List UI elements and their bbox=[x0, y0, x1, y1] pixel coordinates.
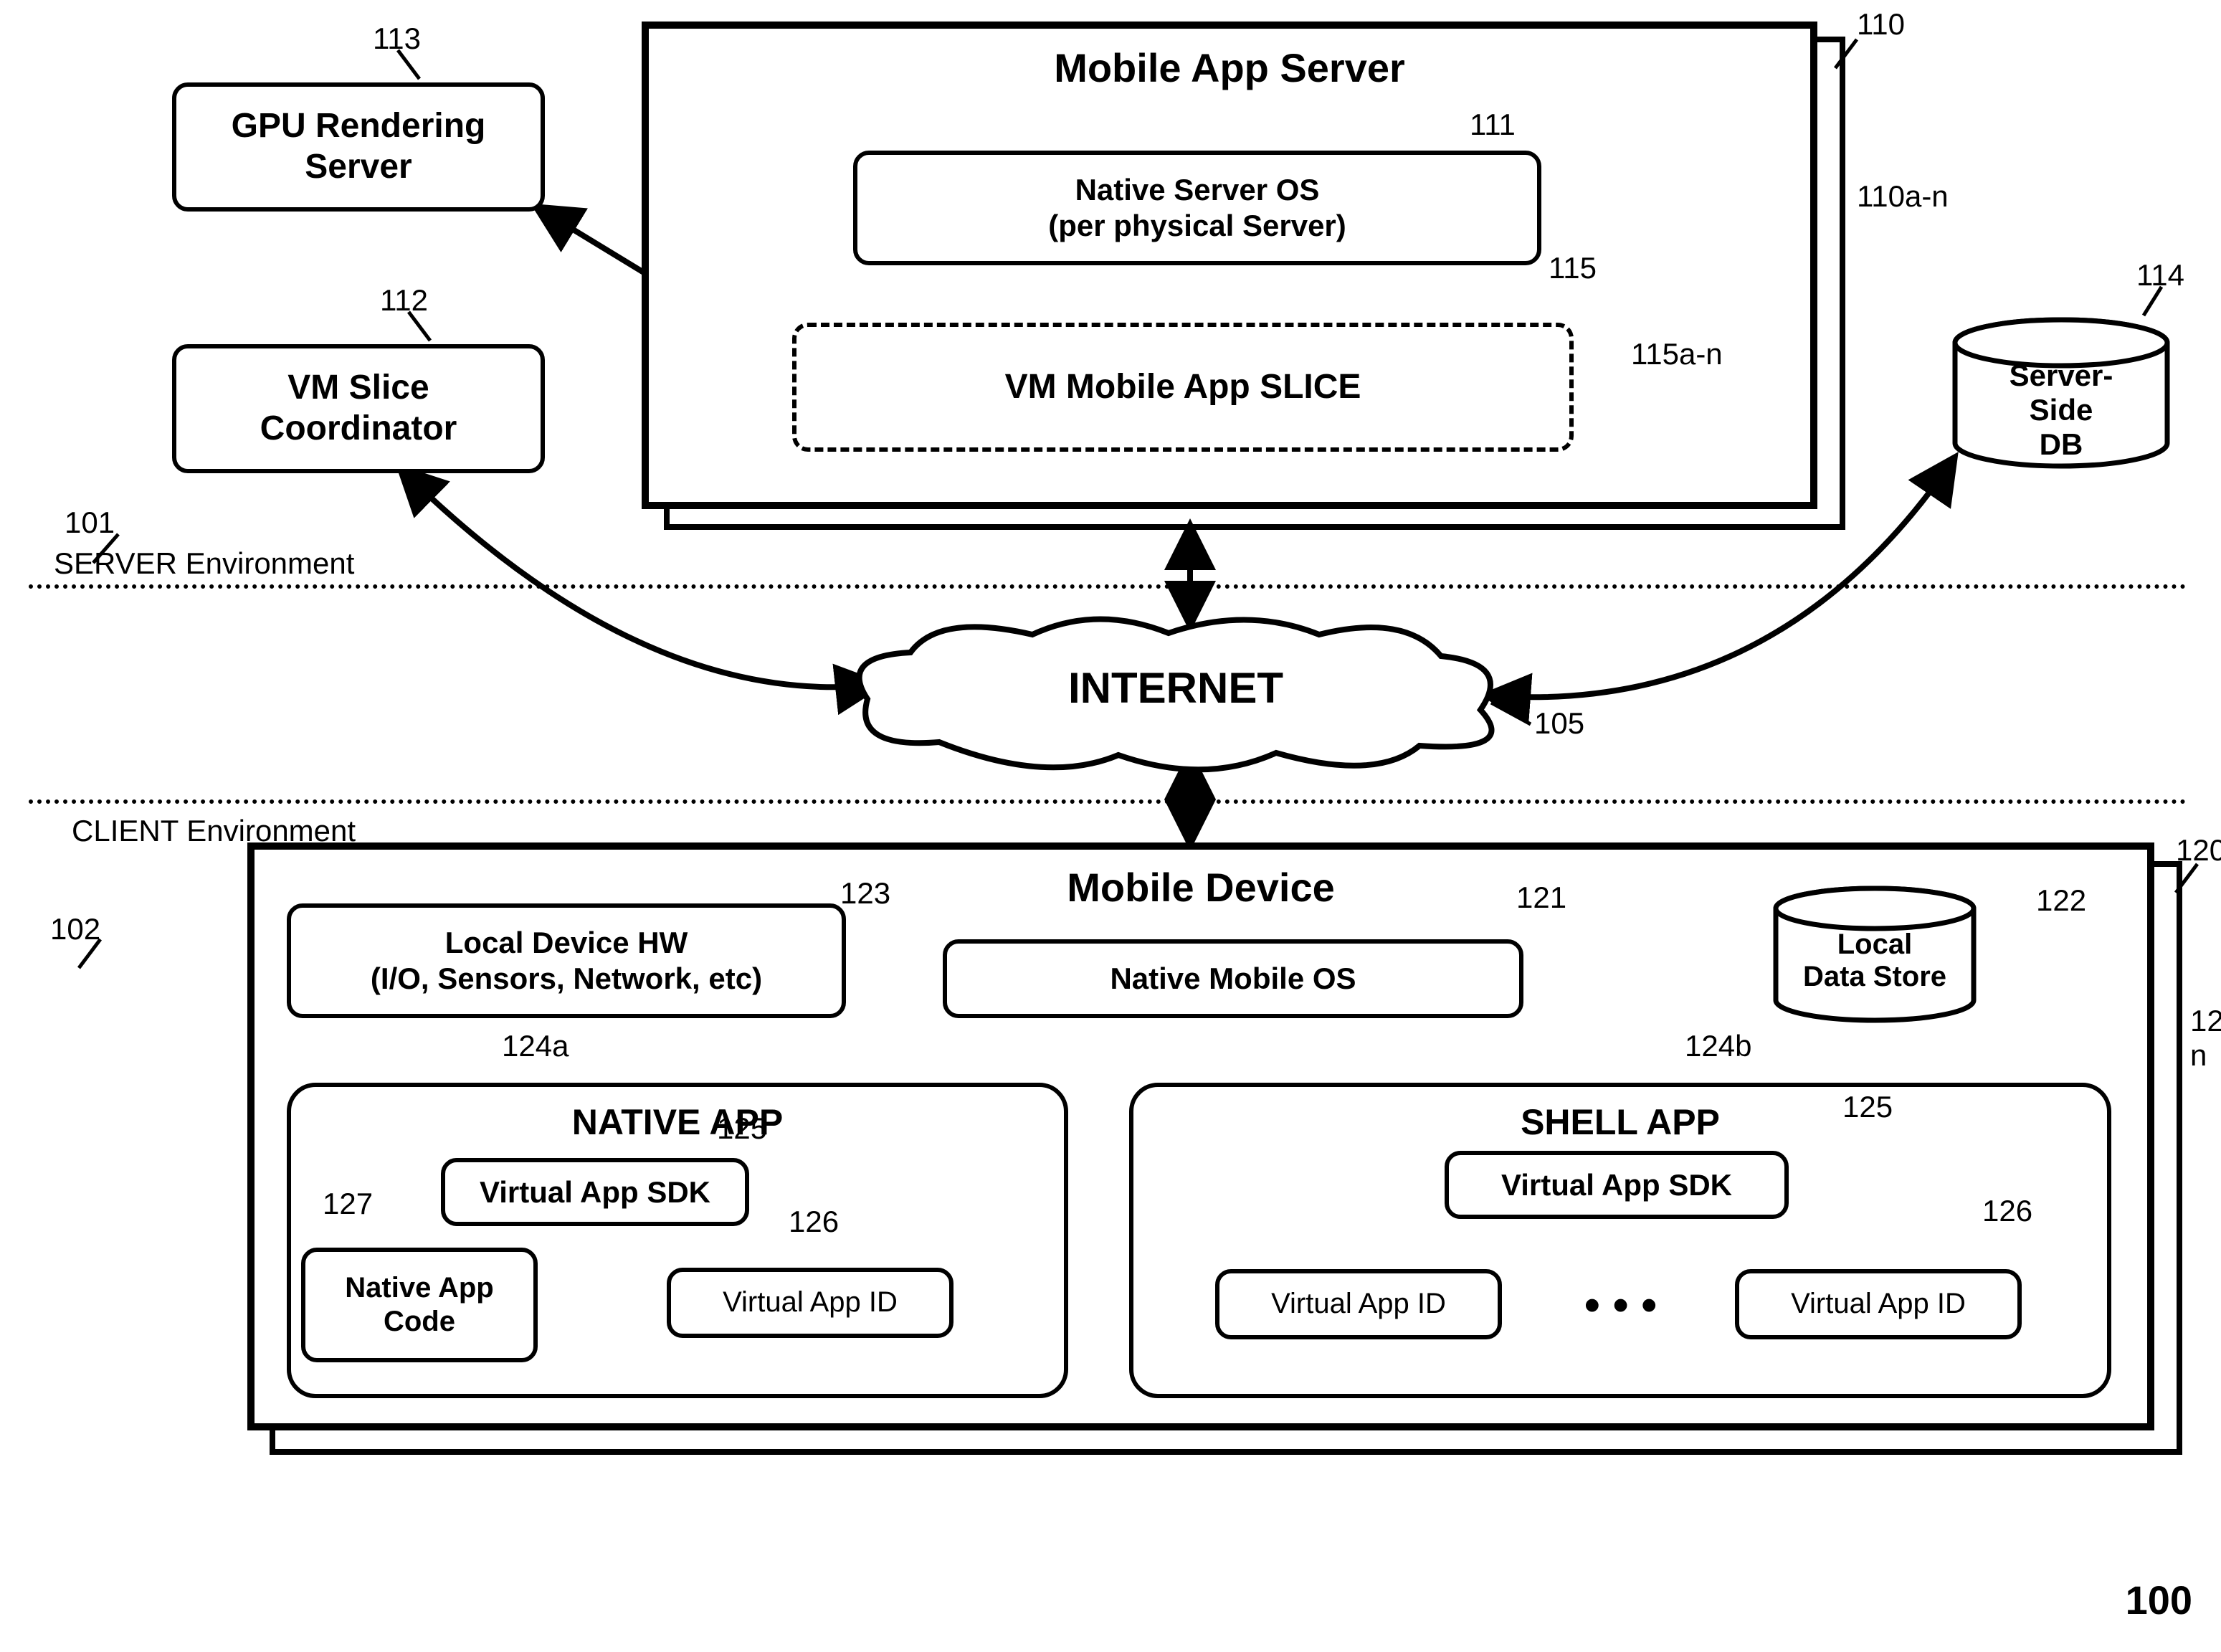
ref-115: 115 bbox=[1549, 251, 1597, 285]
vm-slice-coordinator-label: VM Slice Coordinator bbox=[260, 368, 457, 449]
server-db-label: Server-Side DB bbox=[1979, 359, 2144, 462]
ref-115an: 115a-n bbox=[1631, 337, 1723, 371]
internet-label: INTERNET bbox=[1068, 663, 1283, 713]
ref-127: 127 bbox=[323, 1187, 373, 1221]
ref-120: 120 bbox=[2176, 833, 2221, 868]
shell-virtual-app-id-label-n: Virtual App ID bbox=[1791, 1287, 1966, 1321]
mobile-app-server-title: Mobile App Server bbox=[649, 44, 1810, 92]
shell-app-title: SHELL APP bbox=[1133, 1101, 2107, 1144]
ellipsis-icon: ••• bbox=[1584, 1280, 1670, 1331]
ref-124a: 124a bbox=[502, 1029, 569, 1063]
local-data-store-label: Local Data Store bbox=[1796, 929, 1954, 993]
shell-virtual-app-id-box-1: Virtual App ID bbox=[1215, 1269, 1502, 1339]
shell-vsdk-box: Virtual App SDK bbox=[1445, 1151, 1789, 1219]
ref-102: 102 bbox=[50, 912, 100, 946]
local-device-hw-box: Local Device HW (I/O, Sensors, Network, … bbox=[287, 903, 846, 1018]
native-server-os-box: Native Server OS (per physical Server) bbox=[853, 151, 1541, 265]
ref-124b: 124b bbox=[1685, 1029, 1751, 1063]
shell-app-box: SHELL APP bbox=[1129, 1083, 2111, 1398]
figure-number: 100 bbox=[2126, 1577, 2192, 1623]
divider-client-env bbox=[29, 799, 2187, 804]
vm-mobile-app-slice-label: VM Mobile App SLICE bbox=[1005, 367, 1361, 408]
ref-120an: 120a-n bbox=[2190, 1004, 2221, 1073]
native-app-code-label: Native App Code bbox=[345, 1271, 493, 1339]
divider-server-env bbox=[29, 584, 2187, 589]
gpu-rendering-server-label: GPU Rendering Server bbox=[232, 106, 486, 187]
ref-113: 113 bbox=[373, 22, 421, 56]
server-env-label: SERVER Environment bbox=[54, 546, 354, 581]
shell-virtual-app-id-box-n: Virtual App ID bbox=[1735, 1269, 2022, 1339]
native-server-os-label: Native Server OS (per physical Server) bbox=[1048, 172, 1346, 243]
ref-125-native: 125 bbox=[717, 1111, 767, 1146]
ref-125-shell: 125 bbox=[1842, 1090, 1893, 1124]
ref-126-native: 126 bbox=[789, 1205, 839, 1239]
ref-111: 111 bbox=[1470, 108, 1516, 142]
shell-vsdk-label: Virtual App SDK bbox=[1501, 1167, 1732, 1203]
native-app-code-box: Native App Code bbox=[301, 1248, 538, 1362]
shell-virtual-app-id-label-1: Virtual App ID bbox=[1271, 1287, 1446, 1321]
gpu-rendering-server-box: GPU Rendering Server bbox=[172, 82, 545, 212]
ref-101: 101 bbox=[65, 505, 115, 540]
ref-114: 114 bbox=[2136, 258, 2184, 293]
ref-110an: 110a-n bbox=[1857, 179, 1949, 214]
ref-122: 122 bbox=[2036, 883, 2086, 918]
vm-slice-coordinator-box: VM Slice Coordinator bbox=[172, 344, 545, 473]
ref-112: 112 bbox=[380, 283, 428, 318]
native-vsdk-box: Virtual App SDK bbox=[441, 1158, 749, 1226]
vm-mobile-app-slice-box: VM Mobile App SLICE bbox=[792, 323, 1574, 452]
native-virtual-app-id-box: Virtual App ID bbox=[667, 1268, 953, 1338]
local-device-hw-label: Local Device HW (I/O, Sensors, Network, … bbox=[371, 925, 762, 996]
ref-123: 123 bbox=[840, 876, 890, 911]
native-mobile-os-box: Native Mobile OS bbox=[943, 939, 1523, 1018]
ref-121: 121 bbox=[1516, 880, 1566, 915]
ref-126-shell: 126 bbox=[1982, 1194, 2032, 1228]
ref-110: 110 bbox=[1857, 7, 1905, 42]
native-virtual-app-id-label: Virtual App ID bbox=[723, 1286, 898, 1319]
ref-105: 105 bbox=[1534, 706, 1584, 741]
native-vsdk-label: Virtual App SDK bbox=[480, 1174, 710, 1210]
native-app-title: NATIVE APP bbox=[291, 1101, 1064, 1144]
native-mobile-os-label: Native Mobile OS bbox=[1110, 961, 1356, 997]
